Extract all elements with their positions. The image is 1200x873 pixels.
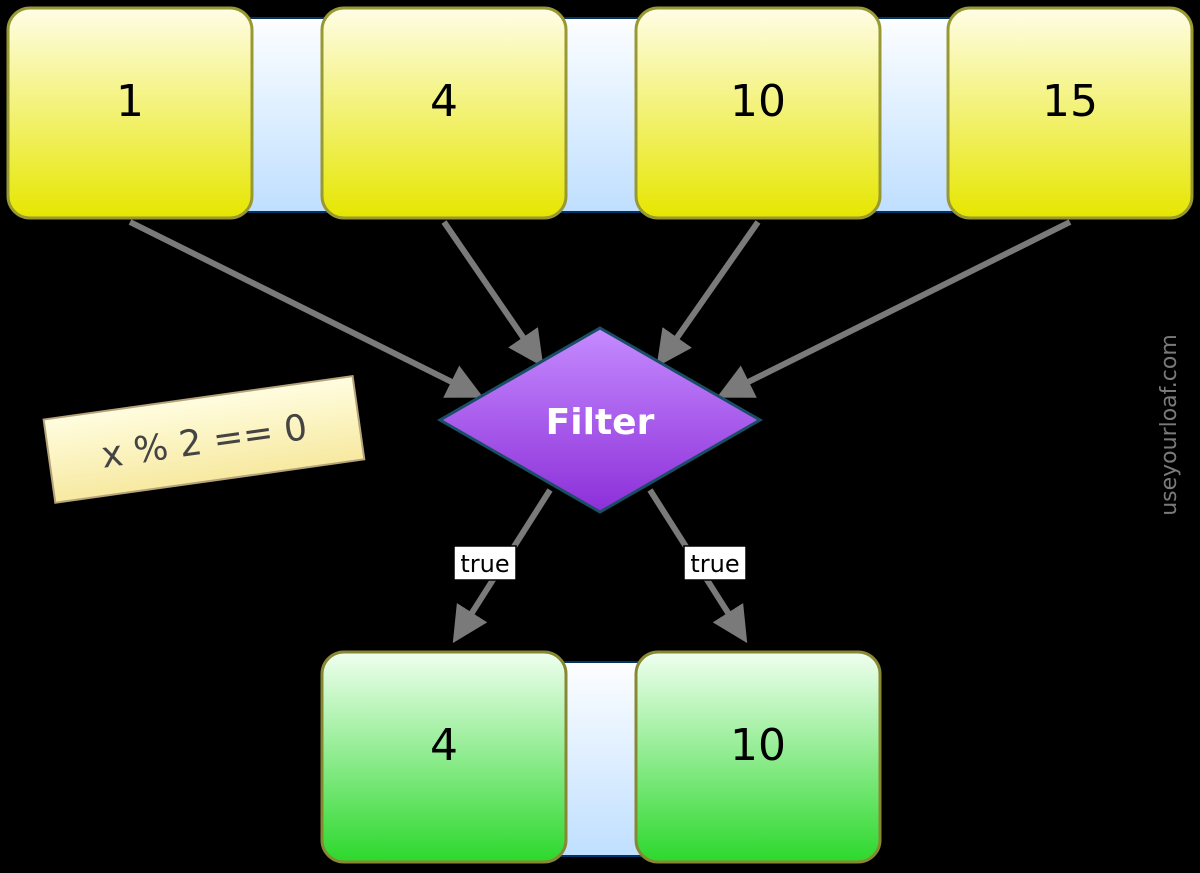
edge-label-2: true xyxy=(684,546,746,580)
filter-node: Filter xyxy=(440,328,760,512)
input-box-1: 1 xyxy=(8,8,252,218)
condition-note: x % 2 == 0 xyxy=(44,376,365,503)
input-value-4: 15 xyxy=(1042,76,1098,127)
edge-label-1: true xyxy=(454,546,516,580)
input-value-2: 4 xyxy=(430,76,458,127)
svg-text:true: true xyxy=(690,550,739,578)
input-box-2: 4 xyxy=(322,8,566,218)
input-box-4: 15 xyxy=(948,8,1192,218)
filter-label: Filter xyxy=(546,402,655,443)
output-value-2: 10 xyxy=(730,720,786,771)
arrow-in-4 xyxy=(722,222,1070,395)
output-box-1: 4 xyxy=(322,652,566,862)
svg-text:true: true xyxy=(460,550,509,578)
arrow-in-3 xyxy=(660,222,758,362)
input-box-3: 10 xyxy=(636,8,880,218)
input-connector xyxy=(140,18,1060,212)
input-value-3: 10 xyxy=(730,76,786,127)
diagram-canvas: 1 4 10 15 Filter x % 2 == 0 true true xyxy=(0,0,1200,873)
output-value-1: 4 xyxy=(430,720,458,771)
arrow-in-2 xyxy=(444,222,540,362)
input-value-1: 1 xyxy=(116,76,144,127)
output-box-2: 10 xyxy=(636,652,880,862)
watermark-text: useyourloaf.com xyxy=(1157,334,1182,516)
arrow-in-1 xyxy=(130,222,478,395)
